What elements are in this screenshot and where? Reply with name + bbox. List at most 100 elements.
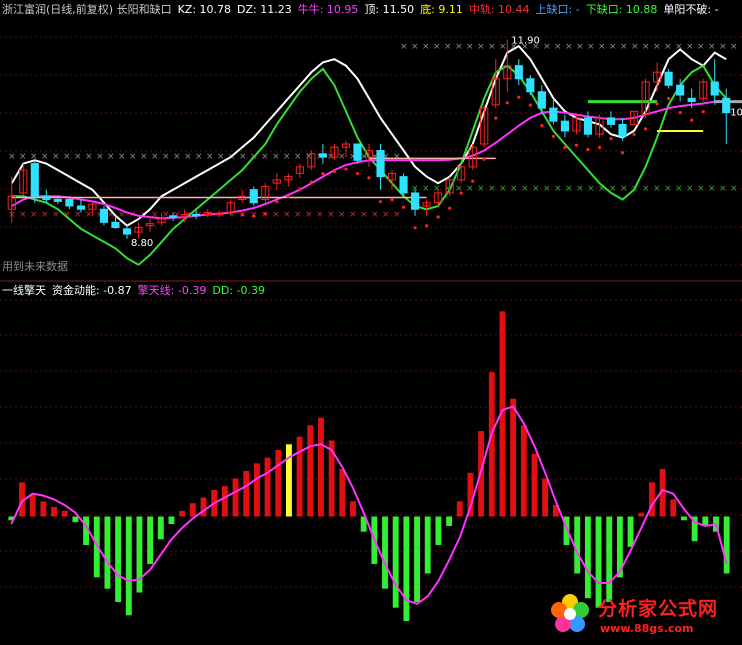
cross-marker: ×: [477, 42, 485, 52]
indicator-bar: [638, 512, 645, 517]
indicator-bar: [350, 501, 356, 517]
candle-body: [249, 189, 258, 204]
cross-marker: ×: [642, 184, 650, 194]
candle-body: [676, 84, 685, 96]
candle-body: [411, 192, 420, 210]
candle-body: [111, 221, 120, 229]
cross-marker: ×: [697, 184, 705, 194]
chart-canvas: × × × × × × × × × × × × × × × × × × × × × × × × × × × × × × × × × × ×× × × × ×…: [0, 36, 742, 621]
cross-marker: ×: [697, 42, 705, 52]
mid-dot: [240, 213, 244, 217]
mid-dot: [643, 127, 648, 131]
mid-dot: [355, 171, 360, 176]
mid-dot: [378, 200, 383, 204]
candle-body: [65, 198, 74, 207]
indicator-bar: [456, 501, 463, 517]
mid-dot: [332, 169, 337, 173]
cross-marker: ×: [620, 42, 628, 52]
cross-marker: ×: [283, 210, 291, 220]
cross-marker: ×: [239, 152, 247, 162]
cross-marker: ×: [576, 42, 584, 52]
cross-marker: ×: [444, 42, 452, 52]
candle-body: [76, 205, 85, 210]
price-label: 10.80: [730, 107, 742, 118]
cross-marker: ×: [74, 152, 82, 162]
candle-body: [53, 198, 62, 202]
cross-marker: ×: [543, 42, 551, 52]
price-label: 8.80: [131, 238, 153, 249]
mid-dot: [494, 116, 498, 120]
indicator-bar: [243, 470, 250, 517]
indicator-bar: [542, 478, 549, 517]
indicator-bar: [723, 516, 730, 574]
header-item: DZ: 11.23: [237, 3, 292, 16]
candle-body: [318, 153, 327, 158]
cross-marker: ×: [118, 152, 126, 162]
mid-dot: [517, 95, 521, 99]
indicator-bar: [318, 417, 324, 517]
cross-marker: ×: [8, 152, 16, 162]
mid-dot: [540, 124, 544, 128]
indicator-bar: [115, 516, 122, 602]
mid-dot: [620, 151, 625, 155]
header-item: 单阳不破: -: [663, 3, 719, 16]
indicator-bar: [681, 516, 687, 521]
mid-dot: [528, 103, 532, 107]
mid-dot: [563, 145, 567, 150]
candle-body: [664, 71, 673, 86]
indicator-bar: [339, 469, 346, 517]
candle-body: [353, 143, 362, 161]
indicator-bar: [446, 516, 453, 526]
candle-body: [710, 81, 719, 96]
indicator-bar: [510, 398, 517, 517]
cross-marker: ×: [488, 42, 496, 52]
header-item: 浙江富润(日线,前复权) 长阳和缺口: [2, 3, 172, 16]
indicator-bar: [382, 516, 388, 589]
cross-marker: ×: [587, 42, 595, 52]
cross-marker: ×: [52, 210, 60, 220]
indicator-bar: [520, 425, 527, 517]
header-item: 资金动能: -0.87: [52, 284, 132, 297]
candle-body: [583, 117, 593, 135]
cross-marker: ×: [488, 184, 496, 194]
cross-marker: ×: [708, 184, 716, 194]
cross-marker: ×: [466, 184, 474, 194]
mid-dot: [425, 224, 429, 228]
mid-dot: [401, 205, 406, 209]
flower-logo-icon: [551, 594, 589, 632]
cross-marker: ×: [609, 42, 617, 52]
cross-marker: ×: [85, 210, 93, 220]
indicator-bar: [61, 510, 68, 517]
cross-marker: ×: [272, 210, 280, 220]
mid-dot: [448, 206, 452, 210]
candle-body: [99, 208, 109, 223]
indicator-bar: [403, 516, 410, 621]
header-item: 下缺口: 10.88: [585, 3, 658, 16]
cross-marker: ×: [422, 184, 430, 194]
cross-marker: ×: [565, 42, 573, 52]
indicator-bar: [232, 478, 239, 517]
cross-marker: ×: [107, 152, 115, 162]
indicator-bar: [40, 501, 47, 517]
candle-body: [376, 150, 385, 178]
cross-markers: × × × × × × × × × × × × × × × × × × × × × × × × × × × × × × × × × × ×× × × × ×…: [8, 42, 738, 220]
cross-marker: ×: [41, 210, 49, 220]
mid-dot: [286, 194, 290, 199]
cross-marker: ×: [477, 184, 485, 194]
cross-marker: ×: [719, 184, 727, 194]
mid-dot: [655, 102, 659, 106]
cross-marker: ×: [664, 42, 672, 52]
mid-dot: [321, 171, 325, 176]
header-item: 顶: 11.50: [364, 3, 415, 16]
cross-marker: ×: [371, 210, 379, 220]
cross-marker: ×: [543, 184, 551, 194]
candle-body: [560, 120, 569, 132]
cross-marker: ×: [499, 184, 507, 194]
cross-marker: ×: [305, 210, 313, 220]
mid-dot: [609, 137, 613, 141]
mid-dot: [597, 145, 602, 150]
cross-marker: ×: [554, 42, 562, 52]
indicator-bar: [147, 516, 154, 564]
cross-marker: ×: [499, 42, 507, 52]
cross-marker: ×: [642, 42, 650, 52]
